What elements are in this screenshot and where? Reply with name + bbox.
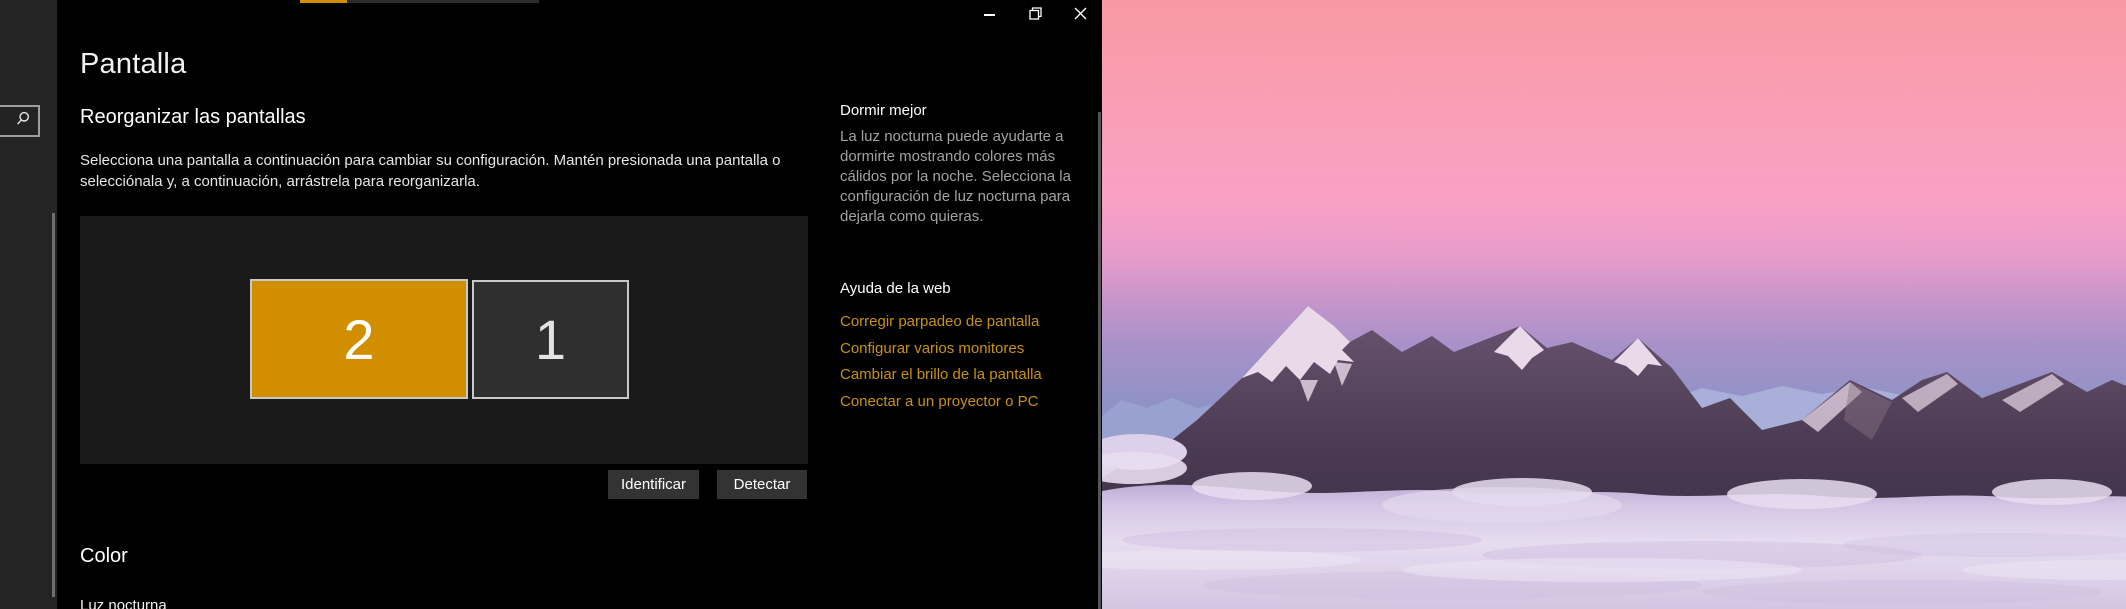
- web-help-link-flicker[interactable]: Corregir parpadeo de pantalla: [840, 313, 1039, 330]
- night-light-label: Luz nocturna: [80, 597, 167, 609]
- top-accent-strip: [300, 0, 347, 3]
- left-nav-rail: [0, 0, 57, 609]
- monitor-1-number: 1: [535, 307, 566, 372]
- minimize-button[interactable]: [966, 0, 1012, 30]
- monitor-arrangement-panel: 2 1: [80, 216, 808, 464]
- monitor-2-number: 2: [343, 307, 374, 372]
- settings-window: Pantalla Reorganizar las pantallas Selec…: [0, 0, 2126, 609]
- identify-button[interactable]: Identificar: [608, 470, 699, 499]
- rearrange-description: Selecciona una pantalla a continuación p…: [80, 150, 820, 192]
- wallpaper-mountains-image: [1102, 0, 2126, 609]
- detect-button[interactable]: Detectar: [717, 470, 807, 499]
- color-heading: Color: [80, 545, 128, 568]
- sleep-better-title: Dormir mejor: [840, 102, 927, 119]
- nav-scrollbar[interactable]: [52, 213, 55, 597]
- page-title: Pantalla: [80, 48, 186, 81]
- restore-window-button[interactable]: [1012, 0, 1058, 30]
- close-icon: [1074, 7, 1087, 23]
- web-help-link-multiple-monitors[interactable]: Configurar varios monitores: [840, 340, 1024, 357]
- close-button[interactable]: [1057, 0, 1103, 30]
- web-help-link-brightness[interactable]: Cambiar el brillo de la pantalla: [840, 366, 1042, 383]
- web-help-link-projector[interactable]: Conectar a un proyector o PC: [840, 393, 1038, 410]
- content-scrollbar[interactable]: [1098, 112, 1101, 609]
- desktop-wallpaper: [1102, 0, 2126, 609]
- monitor-1[interactable]: 1: [472, 280, 629, 399]
- sleep-better-body: La luz nocturna puede ayudarte a dormirt…: [840, 127, 1076, 227]
- web-help-title: Ayuda de la web: [840, 280, 951, 297]
- rearrange-heading: Reorganizar las pantallas: [80, 106, 306, 129]
- minimize-icon: [984, 14, 995, 16]
- top-gray-strip: [347, 0, 539, 3]
- search-input[interactable]: [0, 105, 40, 137]
- search-icon: [16, 111, 31, 131]
- monitor-2[interactable]: 2: [250, 279, 468, 399]
- restore-window-icon: [1029, 7, 1042, 23]
